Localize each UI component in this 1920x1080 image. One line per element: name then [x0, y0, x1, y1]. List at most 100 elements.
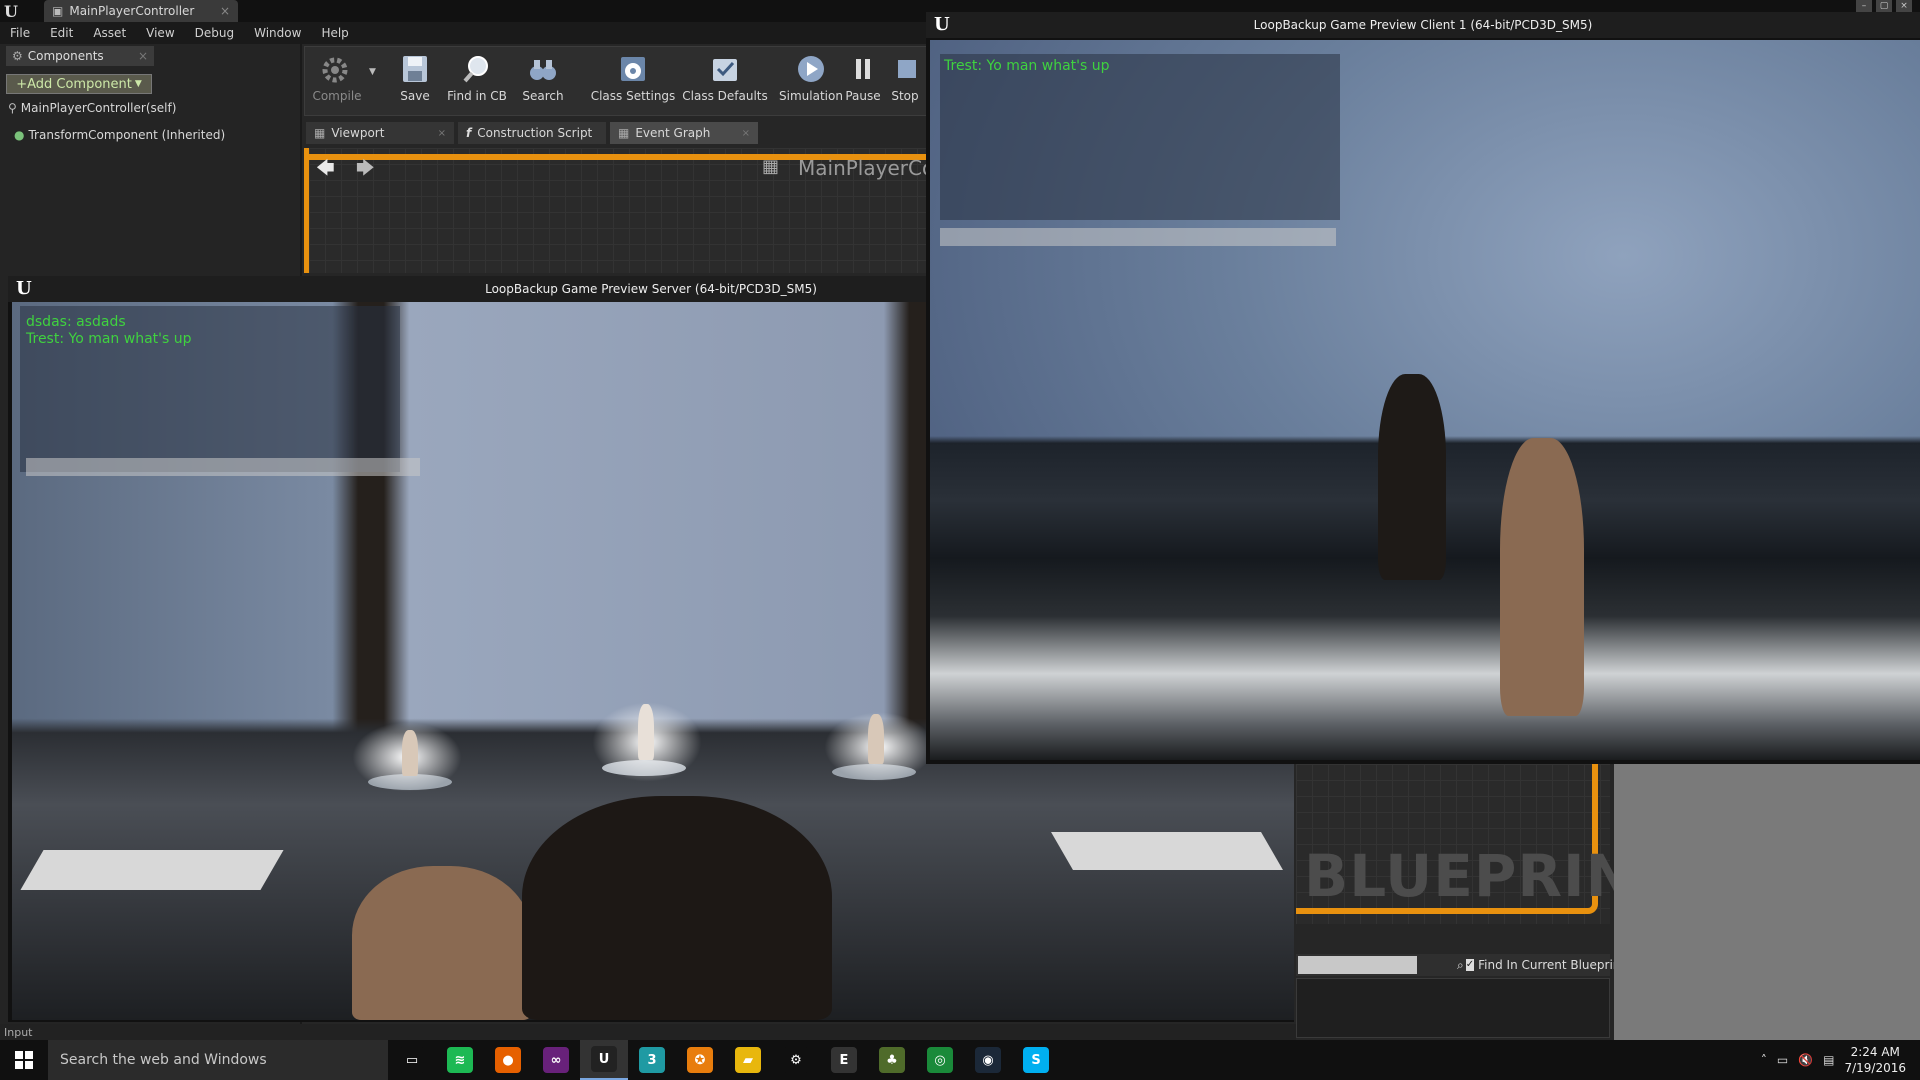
find-checkbox[interactable]: ✓ [1465, 959, 1475, 971]
tab-label: Viewport [331, 126, 385, 140]
player-character [1500, 438, 1584, 716]
client-title: LoopBackup Game Preview Client 1 (64-bit… [1253, 18, 1593, 32]
light-patch [1051, 832, 1283, 870]
menu-bar: File Edit Asset View Debug Window Help [0, 22, 930, 44]
clock[interactable]: 2:24 AM 7/19/2016 [1844, 1044, 1906, 1076]
chevron-down-icon: ▼ [134, 79, 142, 89]
menu-window[interactable]: Window [244, 26, 311, 40]
taskbar-app-game[interactable]: ♣ [868, 1040, 916, 1080]
components-tab-label: Components [27, 49, 104, 63]
windows-icon [15, 1051, 33, 1069]
maximize-button[interactable]: ▢ [1876, 0, 1892, 12]
start-button[interactable] [0, 1040, 48, 1080]
taskbar-app-unreal[interactable]: U [580, 1040, 628, 1080]
menu-debug[interactable]: Debug [185, 26, 244, 40]
binoculars-icon [528, 53, 558, 85]
enemy-character [1378, 374, 1446, 580]
class-settings-button[interactable]: Class Settings [583, 53, 683, 103]
tab-main-player-controller[interactable]: ▣ MainPlayerController × [44, 0, 238, 22]
unreal-logo-icon: U [4, 2, 18, 21]
tab-viewport[interactable]: ▦ Viewport × [306, 122, 454, 144]
taskbar-app-spotify[interactable]: ≋ [436, 1040, 484, 1080]
character-model [402, 730, 418, 776]
close-icon[interactable]: × [742, 128, 750, 139]
chat-line: Trest: Yo man what's up [944, 58, 1110, 74]
taskbar-app-settings[interactable]: ⚙ [772, 1040, 820, 1080]
game-icon: ♣ [879, 1047, 905, 1073]
server-title: LoopBackup Game Preview Server (64-bit/P… [485, 282, 817, 296]
close-icon[interactable]: × [220, 4, 230, 18]
taskbar-app-blender[interactable]: ✪ [676, 1040, 724, 1080]
taskbar-apps: ▭ ≋ ● ∞ U 3 ✪ ▰ ⚙ E ♣ ◎ ◉ S [388, 1040, 1060, 1080]
spotify-icon: ≋ [447, 1047, 473, 1073]
actor-icon: ⚲ [8, 101, 17, 115]
network-icon[interactable]: ▭ [1777, 1053, 1788, 1067]
stop-icon [890, 53, 920, 85]
function-icon: f [466, 126, 472, 140]
taskbar-search[interactable]: Search the web and Windows [48, 1040, 388, 1080]
taskbar: Search the web and Windows ▭ ≋ ● ∞ U 3 ✪ ▰ ⚙ E ♣ ◎ ◉… [0, 1040, 1920, 1080]
menu-view[interactable]: View [136, 26, 184, 40]
tab-construction-script[interactable]: f Construction Script [458, 122, 606, 144]
details-panel [1614, 764, 1920, 1040]
menu-edit[interactable]: Edit [40, 26, 83, 40]
find-input[interactable] [1298, 956, 1417, 974]
tab-event-graph[interactable]: ▦ Event Graph × [610, 122, 758, 144]
tab-label: Construction Script [477, 126, 593, 140]
tab-label: Event Graph [635, 126, 711, 140]
notifications-icon[interactable]: ▤ [1823, 1053, 1834, 1067]
unreal-logo-icon: U [16, 278, 32, 299]
server-chat-input[interactable] [26, 458, 420, 476]
compile-button[interactable]: Compile [297, 53, 377, 103]
close-icon[interactable]: × [438, 128, 446, 139]
gear-icon [618, 53, 648, 85]
minimize-button[interactable]: – [1856, 0, 1872, 12]
blueprint-toolbar: Compile ▼ Save Find in CB Search Class S… [304, 46, 930, 116]
close-button[interactable]: × [1896, 0, 1912, 12]
tree-item-transform[interactable]: ● TransformComponent (Inherited) [14, 128, 225, 142]
blender-icon: ✪ [687, 1047, 713, 1073]
menu-help[interactable]: Help [311, 26, 358, 40]
taskbar-app-visual-studio[interactable]: ∞ [532, 1040, 580, 1080]
client-preview-window[interactable]: U LoopBackup Game Preview Client 1 (64-b… [926, 12, 1920, 764]
taskbar-app-file-explorer[interactable]: ▰ [724, 1040, 772, 1080]
client-chat-box: Trest: Yo man what's up [940, 54, 1340, 220]
chat-line: Trest: Yo man what's up [26, 331, 192, 347]
close-icon[interactable]: × [138, 49, 148, 63]
firefox-icon: ● [495, 1047, 521, 1073]
taskbar-app-steam[interactable]: ◉ [964, 1040, 1012, 1080]
taskbar-app-3ds-max[interactable]: 3 [628, 1040, 676, 1080]
class-defaults-button[interactable]: Class Defaults [675, 53, 775, 103]
save-icon [400, 53, 430, 85]
back-arrow-icon[interactable]: 🡄 [316, 156, 335, 186]
clock-date: 7/19/2016 [1844, 1061, 1906, 1075]
taskbar-app-task-view[interactable]: ▭ [388, 1040, 436, 1080]
taskbar-app-origin[interactable]: ◎ [916, 1040, 964, 1080]
class-defaults-label: Class Defaults [682, 89, 768, 103]
search-button[interactable]: Search [503, 53, 583, 103]
tree-item-self[interactable]: ⚲ MainPlayerController(self) [8, 101, 176, 115]
search-icon[interactable]: ⌕ [1457, 958, 1464, 973]
chevron-up-icon[interactable]: ˄ [1761, 1053, 1767, 1067]
system-tray: ˄ ▭ 🔇 ▤ 2:24 AM 7/19/2016 [1761, 1040, 1920, 1080]
class-settings-label: Class Settings [590, 89, 676, 103]
tab-components[interactable]: ⚙ Components × [6, 46, 154, 66]
volume-icon[interactable]: 🔇 [1798, 1053, 1813, 1067]
menu-asset[interactable]: Asset [83, 26, 136, 40]
client-title-bar[interactable]: U LoopBackup Game Preview Client 1 (64-b… [926, 12, 1920, 38]
play-icon [796, 53, 826, 85]
chat-line: dsdas: asdads [26, 314, 126, 330]
origin-icon: ◎ [927, 1047, 953, 1073]
unreal-icon: U [591, 1046, 617, 1072]
taskbar-app-epic[interactable]: E [820, 1040, 868, 1080]
tree-item-label: TransformComponent (Inherited) [28, 128, 226, 142]
client-game-viewport[interactable]: Trest: Yo man what's up [930, 40, 1920, 760]
player-character [352, 866, 532, 1020]
client-chat-input[interactable] [940, 228, 1336, 246]
add-component-button[interactable]: +Add Component ▼ [6, 74, 152, 94]
menu-file[interactable]: File [0, 26, 40, 40]
taskbar-app-firefox[interactable]: ● [484, 1040, 532, 1080]
forward-arrow-icon[interactable]: 🡆 [356, 156, 375, 186]
taskbar-app-skype[interactable]: S [1012, 1040, 1060, 1080]
visual-studio-icon: ∞ [543, 1047, 569, 1073]
